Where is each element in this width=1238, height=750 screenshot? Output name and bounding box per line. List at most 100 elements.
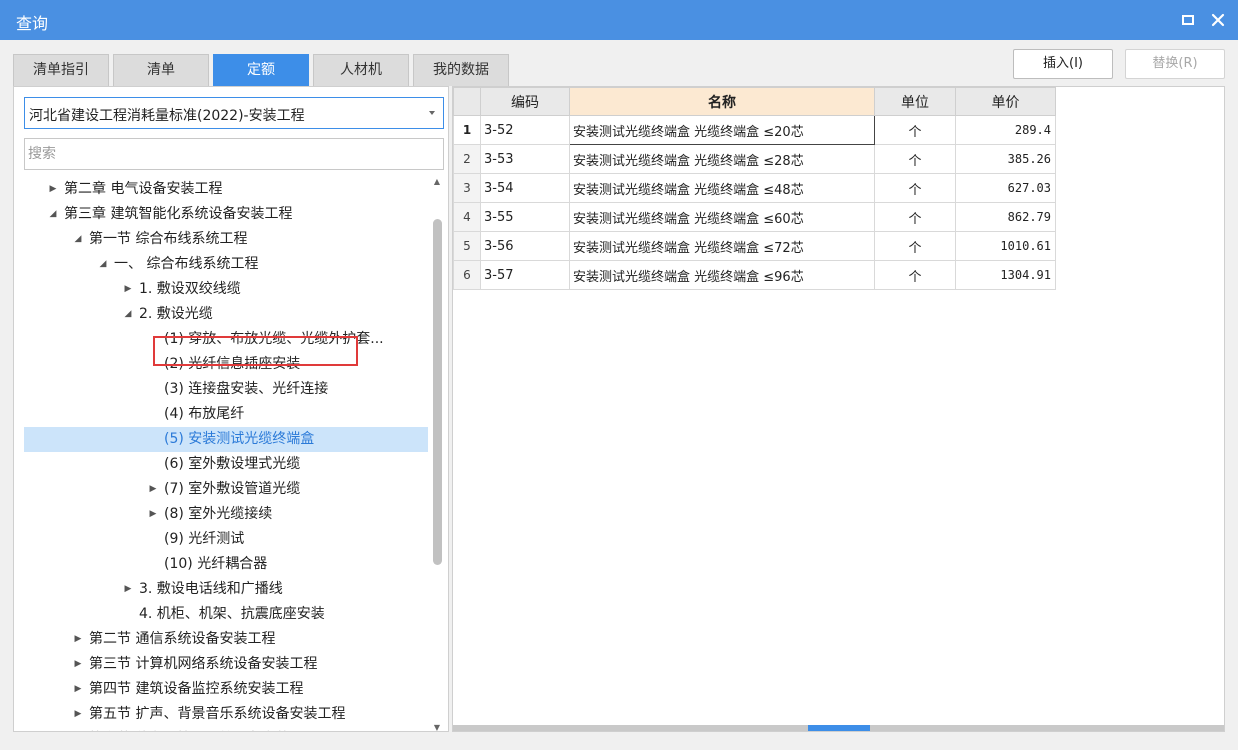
unit-cell[interactable]: 个 <box>874 231 956 261</box>
price-cell[interactable]: 385.26 <box>955 144 1056 174</box>
row-number-cell[interactable]: 2 <box>453 144 481 174</box>
tree-item-label: (4) 布放尾纤 <box>164 406 245 422</box>
tree-item[interactable]: (5) 安装测试光缆终端盒 <box>24 427 428 452</box>
tree-item[interactable]: (4) 布放尾纤 <box>24 402 428 427</box>
table-row[interactable]: 1 3-52 安装测试光缆终端盒 光缆终端盒 ≤20芯个 289.4 <box>453 115 1056 145</box>
replace-button[interactable]: 替换(R) <box>1125 49 1225 79</box>
code-cell[interactable]: 3-52 <box>480 115 570 145</box>
table-row[interactable]: 6 3-57 安装测试光缆终端盒 光缆终端盒 ≤96芯个 1304.91 <box>453 260 1056 290</box>
code-cell[interactable]: 3-53 <box>480 144 570 174</box>
tree-item[interactable]: ▶ 第五节 扩声、背景音乐系统设备安装工程 <box>24 702 428 727</box>
row-number-cell[interactable]: 4 <box>453 202 481 232</box>
search-input[interactable] <box>24 138 444 170</box>
tab-qingdan[interactable]: 清单 <box>113 54 209 86</box>
tab-qingdan-zhiyin[interactable]: 清单指引 <box>13 54 109 86</box>
maximize-icon[interactable] <box>1177 9 1199 31</box>
tree-item[interactable]: (1) 穿放、布放光缆、光缆外护套... <box>24 327 428 352</box>
collapsed-caret-icon[interactable]: ▶ <box>46 177 60 202</box>
unit-cell[interactable]: 个 <box>874 260 956 290</box>
tree-item[interactable]: (10) 光纤耦合器 <box>24 552 428 577</box>
row-number-cell[interactable]: 6 <box>453 260 481 290</box>
tree-item[interactable]: ▶ 1. 敷设双绞线缆 <box>24 277 428 302</box>
tree-item-label: 一、 综合布线系统工程 <box>114 256 259 272</box>
tree-item[interactable]: ◢ 第三章 建筑智能化系统设备安装工程 <box>24 202 428 227</box>
price-cell[interactable]: 1304.91 <box>955 260 1056 290</box>
unit-cell[interactable]: 个 <box>874 202 956 232</box>
scroll-down-icon[interactable]: ▼ <box>431 723 443 731</box>
expanded-caret-icon[interactable]: ◢ <box>96 252 110 277</box>
tree-item[interactable]: (3) 连接盘安装、光纤连接 <box>24 377 428 402</box>
collapsed-caret-icon[interactable]: ▶ <box>121 577 135 602</box>
price-cell[interactable]: 1010.61 <box>955 231 1056 261</box>
name-cell[interactable]: 安装测试光缆终端盒 光缆终端盒 ≤72芯 <box>569 231 875 261</box>
close-icon[interactable] <box>1207 9 1229 31</box>
unit-cell[interactable]: 个 <box>874 115 956 145</box>
price-cell[interactable]: 627.03 <box>955 173 1056 203</box>
collapsed-caret-icon[interactable]: ▶ <box>71 727 85 731</box>
expanded-caret-icon[interactable]: ◢ <box>46 202 60 227</box>
tab-dinge[interactable]: 定额 <box>213 54 309 86</box>
code-cell[interactable]: 3-57 <box>480 260 570 290</box>
tab-my-data[interactable]: 我的数据 <box>413 54 509 86</box>
tab-rencaiji[interactable]: 人材机 <box>313 54 409 86</box>
row-number-cell[interactable]: 1 <box>453 115 481 145</box>
panel-splitter-handle[interactable] <box>808 725 870 731</box>
collapsed-caret-icon[interactable]: ▶ <box>121 277 135 302</box>
collapsed-caret-icon[interactable]: ▶ <box>71 627 85 652</box>
tree-item-label: 第三节 计算机网络系统设备安装工程 <box>89 656 318 672</box>
collapsed-caret-icon[interactable]: ▶ <box>146 477 160 502</box>
name-cell[interactable]: 安装测试光缆终端盒 光缆终端盒 ≤48芯 <box>569 173 875 203</box>
table-row[interactable]: 4 3-55 安装测试光缆终端盒 光缆终端盒 ≤60芯个 862.79 <box>453 202 1056 232</box>
insert-button[interactable]: 插入(I) <box>1013 49 1113 79</box>
tree-item[interactable]: ▶ 第三节 计算机网络系统设备安装工程 <box>24 652 428 677</box>
tree-item-label: 第二章 电气设备安装工程 <box>64 181 223 197</box>
expanded-caret-icon[interactable]: ◢ <box>71 227 85 252</box>
tree-item[interactable]: ▶ (7) 室外敷设管道光缆 <box>24 477 428 502</box>
code-cell[interactable]: 3-56 <box>480 231 570 261</box>
tree-item[interactable]: 4. 机柜、机架、抗震底座安装 <box>24 602 428 627</box>
unit-column-header[interactable]: 单位 <box>874 87 956 116</box>
chevron-down-icon <box>429 111 435 115</box>
scroll-up-icon[interactable]: ▲ <box>431 177 443 187</box>
tree-item[interactable]: (9) 光纤测试 <box>24 527 428 552</box>
tree-scrollbar[interactable]: ▲ ▼ <box>430 177 444 731</box>
code-column-header[interactable]: 编码 <box>480 87 570 116</box>
tree-item[interactable]: ▶ 第四节 建筑设备监控系统安装工程 <box>24 677 428 702</box>
unit-cell[interactable]: 个 <box>874 173 956 203</box>
tree-item[interactable]: ▶ (8) 室外光缆接续 <box>24 502 428 527</box>
price-column-header[interactable]: 单价 <box>955 87 1056 116</box>
scrollbar-thumb[interactable] <box>433 219 442 565</box>
name-cell[interactable]: 安装测试光缆终端盒 光缆终端盒 ≤20芯 <box>569 115 875 145</box>
price-cell[interactable]: 862.79 <box>955 202 1056 232</box>
tree-item[interactable]: ▶ 第二节 通信系统设备安装工程 <box>24 627 428 652</box>
name-cell[interactable]: 安装测试光缆终端盒 光缆终端盒 ≤60芯 <box>569 202 875 232</box>
tree-item[interactable]: ▶ 第二章 电气设备安装工程 <box>24 177 428 202</box>
tree-item[interactable]: (6) 室外敷设埋式光缆 <box>24 452 428 477</box>
name-cell[interactable]: 安装测试光缆终端盒 光缆终端盒 ≤96芯 <box>569 260 875 290</box>
name-cell[interactable]: 安装测试光缆终端盒 光缆终端盒 ≤28芯 <box>569 144 875 174</box>
tree-item[interactable]: (2) 光纤信息插座安装 <box>24 352 428 377</box>
row-number-cell[interactable]: 5 <box>453 231 481 261</box>
code-cell[interactable]: 3-54 <box>480 173 570 203</box>
collapsed-caret-icon[interactable]: ▶ <box>71 677 85 702</box>
collapsed-caret-icon[interactable]: ▶ <box>146 502 160 527</box>
expanded-caret-icon[interactable]: ◢ <box>121 302 135 327</box>
price-cell[interactable]: 289.4 <box>955 115 1056 145</box>
table-row[interactable]: 2 3-53 安装测试光缆终端盒 光缆终端盒 ≤28芯个 385.26 <box>453 144 1056 174</box>
standard-select[interactable]: 河北省建设工程消耗量标准(2022)-安装工程 <box>24 97 444 129</box>
tree-item[interactable]: ◢ 2. 敷设光缆 <box>24 302 428 327</box>
name-column-header[interactable]: 名称 <box>569 87 875 116</box>
collapsed-caret-icon[interactable]: ▶ <box>71 652 85 677</box>
row-number-cell[interactable]: 3 <box>453 173 481 203</box>
table-row[interactable]: 5 3-56 安装测试光缆终端盒 光缆终端盒 ≤72芯个 1010.61 <box>453 231 1056 261</box>
tree-item[interactable]: ▶ 第六节 停车场管理系统设备安装工程 <box>24 727 428 731</box>
tree-item[interactable]: ▶ 3. 敷设电话线和广播线 <box>24 577 428 602</box>
tree-item[interactable]: ◢ 第一节 综合布线系统工程 <box>24 227 428 252</box>
unit-cell[interactable]: 个 <box>874 144 956 174</box>
tree-item[interactable]: ◢ 一、 综合布线系统工程 <box>24 252 428 277</box>
dialog-body: 清单指引 清单 定额 人材机 我的数据 插入(I) 替换(R) 河北省建设工程消… <box>0 40 1238 750</box>
code-cell[interactable]: 3-55 <box>480 202 570 232</box>
table-row[interactable]: 3 3-54 安装测试光缆终端盒 光缆终端盒 ≤48芯个 627.03 <box>453 173 1056 203</box>
tree-item-label: (10) 光纤耦合器 <box>164 556 268 572</box>
collapsed-caret-icon[interactable]: ▶ <box>71 702 85 727</box>
